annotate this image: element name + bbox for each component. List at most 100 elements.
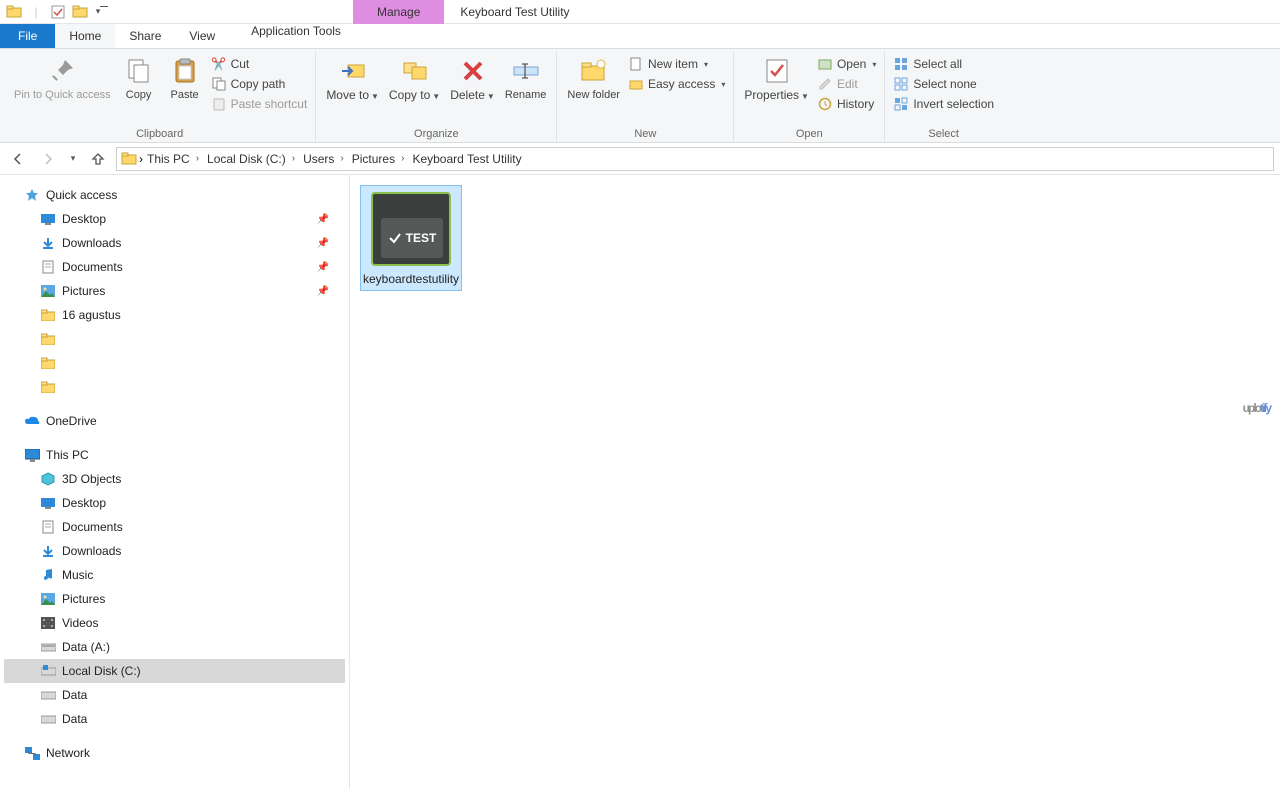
qat-dropdown-icon[interactable]: ▾ xyxy=(94,4,110,20)
content-pane[interactable]: TEST keyboardtestutility uplotify xyxy=(350,175,1280,789)
paste-label: Paste xyxy=(171,89,199,102)
downloads-icon xyxy=(40,235,56,251)
paste-shortcut-button[interactable]: Paste shortcut xyxy=(209,95,310,113)
address-bar: ▾ › This PC› Local Disk (C:)› Users› Pic… xyxy=(0,143,1280,175)
select-none-icon xyxy=(893,76,909,92)
copy-label: Copy xyxy=(126,89,152,102)
back-button[interactable] xyxy=(6,147,30,171)
check-icon xyxy=(388,231,402,245)
nav-pc-data-2[interactable]: Data xyxy=(4,707,345,731)
properties-icon[interactable] xyxy=(50,4,66,20)
drive-icon xyxy=(40,687,56,703)
nav-qa-folder-4[interactable] xyxy=(4,375,345,399)
rename-button[interactable]: Rename xyxy=(501,53,551,104)
crumb-this-pc[interactable]: This PC› xyxy=(145,152,203,166)
nav-pc-data-1[interactable]: Data xyxy=(4,683,345,707)
nav-pc-downloads[interactable]: Downloads xyxy=(4,539,345,563)
nav-this-pc[interactable]: This PC xyxy=(4,443,345,467)
nav-pc-data-a[interactable]: Data (A:) xyxy=(4,635,345,659)
breadcrumb[interactable]: › This PC› Local Disk (C:)› Users› Pictu… xyxy=(116,147,1274,171)
edit-icon xyxy=(817,76,833,92)
pictures-icon xyxy=(40,283,56,299)
crumb-users[interactable]: Users› xyxy=(301,152,348,166)
history-button[interactable]: History xyxy=(815,95,878,113)
folder-icon xyxy=(6,4,22,20)
nav-pc-desktop[interactable]: Desktop xyxy=(4,491,345,515)
edit-button[interactable]: Edit xyxy=(815,75,878,93)
new-item-button[interactable]: New item▾ xyxy=(626,55,727,73)
forward-button[interactable] xyxy=(36,147,60,171)
3d-objects-icon xyxy=(40,471,56,487)
open-icon xyxy=(817,56,833,72)
downloads-icon xyxy=(40,543,56,559)
nav-pc-pictures[interactable]: Pictures xyxy=(4,587,345,611)
recent-locations-button[interactable]: ▾ xyxy=(66,147,80,171)
tab-home[interactable]: Home xyxy=(55,24,115,48)
group-label-select: Select xyxy=(891,126,996,142)
file-item-selected[interactable]: TEST keyboardtestutility xyxy=(360,185,462,291)
context-tab-manage[interactable]: Manage xyxy=(353,0,444,24)
nav-qa-desktop[interactable]: Desktop📌 xyxy=(4,207,345,231)
select-none-button[interactable]: Select none xyxy=(891,75,996,93)
nav-pc-3d-objects[interactable]: 3D Objects xyxy=(4,467,345,491)
crumb-current[interactable]: Keyboard Test Utility xyxy=(410,152,523,166)
nav-onedrive[interactable]: OneDrive xyxy=(4,409,345,433)
properties-button[interactable]: Properties▼ xyxy=(740,53,813,105)
file-thumbnail: TEST xyxy=(371,192,451,266)
nav-pc-local-disk-c[interactable]: Local Disk (C:) xyxy=(4,659,345,683)
copy-button[interactable]: Copy xyxy=(117,53,161,104)
new-folder-button[interactable]: New folder xyxy=(563,53,624,104)
nav-qa-downloads[interactable]: Downloads📌 xyxy=(4,231,345,255)
copy-to-button[interactable]: Copy to▼ xyxy=(385,53,444,105)
select-all-button[interactable]: Select all xyxy=(891,55,996,73)
open-button[interactable]: Open▾ xyxy=(815,55,878,73)
cut-button[interactable]: ✂️ Cut xyxy=(209,55,310,73)
desktop-icon xyxy=(40,211,56,227)
nav-quick-access[interactable]: Quick access xyxy=(4,183,345,207)
nav-qa-folder-2[interactable] xyxy=(4,327,345,351)
tab-strip: File Home Share View Application Tools xyxy=(0,24,1280,48)
drive-icon xyxy=(40,711,56,727)
tab-file[interactable]: File xyxy=(0,24,55,48)
properties-icon xyxy=(761,55,793,87)
pin-to-quick-access-button[interactable]: Pin to Quick access xyxy=(10,53,115,104)
group-new: New folder New item▾ Easy access▾ New xyxy=(557,51,734,142)
nav-qa-folder-1[interactable]: 16 agustus xyxy=(4,303,345,327)
nav-network[interactable]: Network xyxy=(4,741,345,765)
paste-shortcut-icon xyxy=(211,96,227,112)
nav-pc-documents[interactable]: Documents xyxy=(4,515,345,539)
group-organize: Move to▼ Copy to▼ Delete▼ Rename xyxy=(316,51,557,142)
tab-application-tools[interactable]: Application Tools xyxy=(237,24,355,38)
crumb-pictures[interactable]: Pictures› xyxy=(350,152,409,166)
crumb-local-disk[interactable]: Local Disk (C:)› xyxy=(205,152,299,166)
easy-access-button[interactable]: Easy access▾ xyxy=(626,75,727,93)
nav-qa-documents[interactable]: Documents📌 xyxy=(4,255,345,279)
tab-share[interactable]: Share xyxy=(115,24,175,48)
invert-selection-button[interactable]: Invert selection xyxy=(891,95,996,113)
documents-icon xyxy=(40,259,56,275)
chevron-icon[interactable]: › xyxy=(139,152,143,166)
pictures-icon xyxy=(40,591,56,607)
tab-view[interactable]: View xyxy=(175,24,229,48)
move-to-button[interactable]: Move to▼ xyxy=(322,53,383,105)
pin-icon xyxy=(46,55,78,87)
quick-access-icon xyxy=(24,187,40,203)
paste-icon xyxy=(169,55,201,87)
move-to-icon xyxy=(337,55,369,87)
delete-button[interactable]: Delete▼ xyxy=(446,53,499,105)
nav-pc-videos[interactable]: Videos xyxy=(4,611,345,635)
up-button[interactable] xyxy=(86,147,110,171)
pin-label: Pin to Quick access xyxy=(14,89,111,102)
copy-path-button[interactable]: Copy path xyxy=(209,75,310,93)
pin-icon: 📌 xyxy=(317,286,329,297)
navigation-pane[interactable]: Quick access Desktop📌 Downloads📌 Documen… xyxy=(0,175,350,789)
group-clipboard: Pin to Quick access Copy Paste ✂️ Cut xyxy=(4,51,316,142)
folder-icon[interactable] xyxy=(72,4,88,20)
nav-qa-folder-3[interactable] xyxy=(4,351,345,375)
pin-icon: 📌 xyxy=(317,262,329,273)
nav-qa-pictures[interactable]: Pictures📌 xyxy=(4,279,345,303)
paste-button[interactable]: Paste xyxy=(163,53,207,104)
nav-pc-music[interactable]: Music xyxy=(4,563,345,587)
group-label-new: New xyxy=(563,126,727,142)
group-label-organize: Organize xyxy=(322,126,550,142)
